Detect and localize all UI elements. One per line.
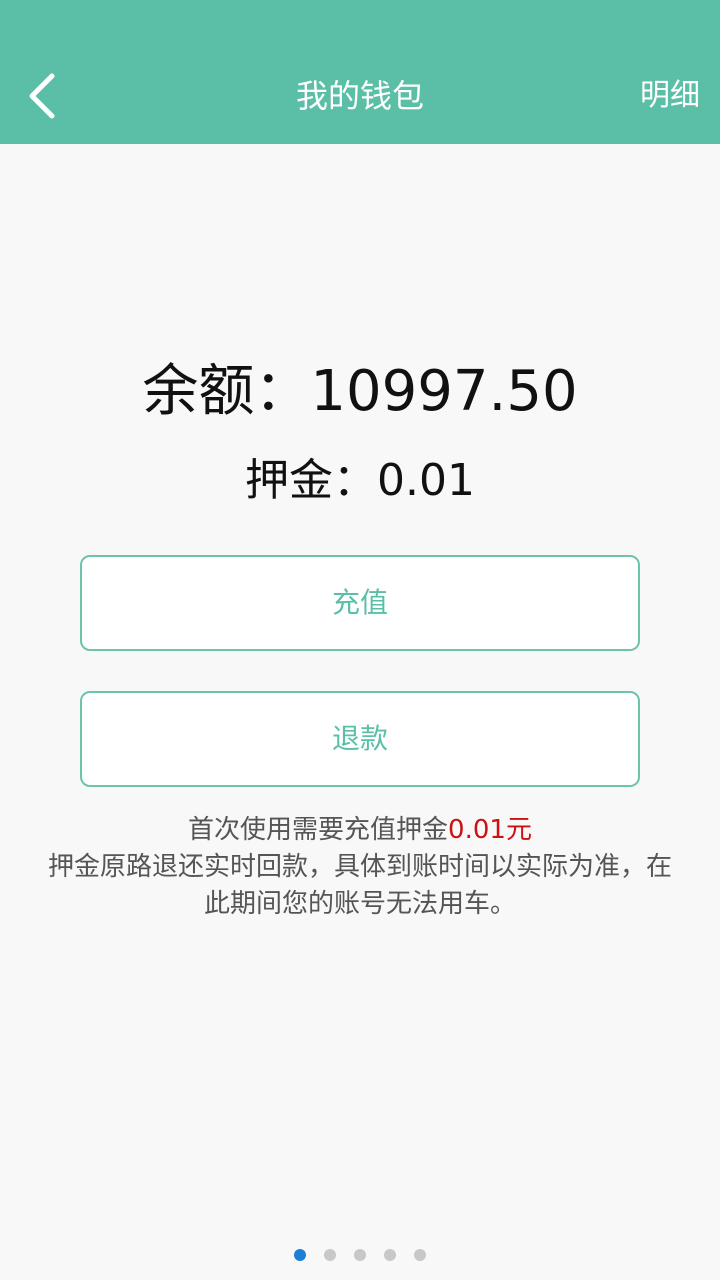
detail-button[interactable]: 明细 (640, 74, 700, 118)
refund-button[interactable]: 退款 (80, 691, 640, 787)
notice-line1-prefix: 首次使用需要充值押金 (188, 815, 449, 845)
page-dot-5[interactable] (414, 1249, 426, 1261)
page-indicator (0, 1249, 720, 1261)
recharge-button[interactable]: 充值 (80, 555, 640, 651)
page-dot-2[interactable] (324, 1249, 336, 1261)
deposit-text: 押金：0.01 (245, 455, 475, 506)
page-dot-3[interactable] (354, 1249, 366, 1261)
app-header: 我的钱包 明细 (0, 0, 720, 144)
page-dot-4[interactable] (384, 1249, 396, 1261)
page-dot-1[interactable] (294, 1249, 306, 1261)
wallet-content: 余额：10997.50 押金：0.01 充值 退款 首次使用需要充值押金0.01… (0, 144, 720, 1280)
notice-line2: 押金原路退还实时回款，具体到账时间以实际为准，在此期间您的账号无法用车。 (47, 852, 672, 919)
notice-deposit-amount: 0.01元 (448, 815, 532, 845)
page-title: 我的钱包 (295, 77, 424, 115)
balance-text: 余额：10997.50 (142, 359, 578, 424)
deposit-notice: 首次使用需要充值押金0.01元 押金原路退还实时回款，具体到账时间以实际为准，在… (40, 812, 680, 923)
